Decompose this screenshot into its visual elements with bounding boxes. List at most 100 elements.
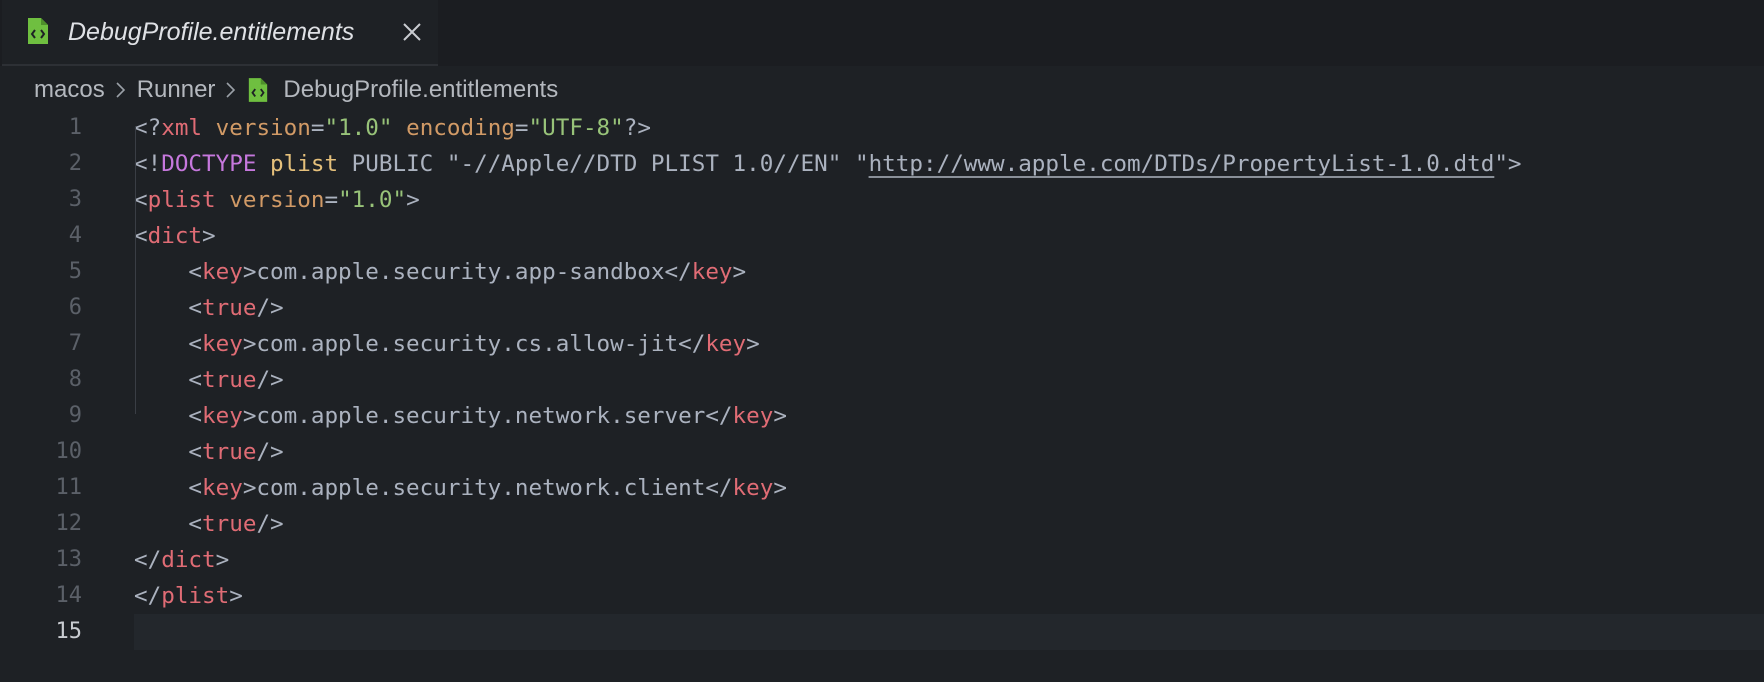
code-token: encoding xyxy=(406,115,515,141)
breadcrumb-item-file[interactable]: DebugProfile.entitlements xyxy=(283,76,558,104)
tab-debugprofile-entitlements[interactable]: DebugProfile.entitlements xyxy=(2,0,438,66)
code-token: plist xyxy=(147,187,216,213)
code-line[interactable]: 15 xyxy=(0,614,1764,650)
code-token: < xyxy=(134,511,203,537)
code-token: true xyxy=(202,295,257,321)
current-line-highlight xyxy=(134,614,1764,650)
code-text: <plist version="1.0"> xyxy=(134,182,420,218)
code-line[interactable]: 3 <plist version="1.0"> xyxy=(0,182,1764,218)
code-token: plist xyxy=(161,583,230,609)
code-token: true xyxy=(202,439,257,465)
breadcrumb-item-runner[interactable]: Runner xyxy=(137,76,216,104)
close-icon[interactable] xyxy=(400,20,424,44)
code-token: key xyxy=(732,403,774,429)
line-number: 6 xyxy=(68,295,82,320)
code-text: <true/> xyxy=(134,434,283,470)
code-token: > xyxy=(732,259,747,285)
line-number: 3 xyxy=(68,187,82,212)
code-token: plist xyxy=(270,151,339,177)
code-token: PUBLIC "-//Apple//DTD PLIST 1.0//EN" " xyxy=(338,151,869,177)
code-token: key xyxy=(691,259,733,285)
code-token: > xyxy=(406,187,420,213)
line-number: 5 xyxy=(68,259,82,284)
code-text: </dict> xyxy=(134,542,229,578)
code-token: dict xyxy=(147,223,203,249)
code-token: dict xyxy=(161,547,216,573)
line-number: 2 xyxy=(68,151,82,176)
code-line[interactable]: 1 <?xml version="1.0" encoding="UTF-8"?> xyxy=(0,110,1764,146)
code-link[interactable]: http://www.apple.com/DTDs/PropertyList-1… xyxy=(869,151,1495,177)
code-token: > xyxy=(202,223,216,249)
code-text: <key>com.apple.security.network.client</… xyxy=(134,470,787,506)
code-token: > xyxy=(229,583,243,609)
code-token: >com.apple.security.cs.allow-jit</ xyxy=(242,331,706,357)
code-token: >com.apple.security.network.server</ xyxy=(242,403,733,429)
line-number: 14 xyxy=(55,583,83,608)
line-number: 13 xyxy=(55,547,83,572)
code-token: key xyxy=(202,259,243,285)
code-token: < xyxy=(134,403,203,429)
code-text: <!DOCTYPE plist PUBLIC "-//Apple//DTD PL… xyxy=(134,146,1522,182)
code-token: "> xyxy=(1494,151,1522,177)
file-code-icon xyxy=(28,18,48,44)
code-text: </plist> xyxy=(134,578,243,614)
chevron-right-icon xyxy=(116,82,125,98)
code-line[interactable]: 12 <true/> xyxy=(0,506,1764,542)
code-token: >com.apple.security.app-sandbox</ xyxy=(242,259,692,285)
code-token: = xyxy=(324,187,339,213)
code-token: /> xyxy=(256,367,284,393)
code-text: <true/> xyxy=(134,506,284,542)
code-token: > xyxy=(746,331,760,357)
line-number: 12 xyxy=(55,511,83,536)
code-token: /> xyxy=(256,511,284,537)
code-token: < xyxy=(134,295,203,321)
code-line[interactable]: 11 <key>com.apple.security.network.clien… xyxy=(0,470,1764,506)
code-token: DOCTYPE xyxy=(161,151,257,177)
chevron-right-icon xyxy=(226,82,236,98)
code-token: ?> xyxy=(623,115,651,141)
code-token: > xyxy=(215,547,230,573)
breadcrumb-item-macos[interactable]: macos xyxy=(34,76,105,104)
code-token: > xyxy=(773,403,787,429)
code-token: < xyxy=(134,331,203,357)
code-line[interactable]: 8 <true/> xyxy=(0,362,1764,398)
code-token: <? xyxy=(134,115,162,141)
code-token: < xyxy=(134,223,148,249)
code-line[interactable]: 5 <key>com.apple.security.app-sandbox</k… xyxy=(0,254,1764,290)
code-line[interactable]: 14 </plist> xyxy=(0,578,1764,614)
line-number: 9 xyxy=(68,403,82,428)
code-token: < xyxy=(134,439,203,465)
line-number: 8 xyxy=(68,367,82,392)
code-line[interactable]: 6 <true/> xyxy=(0,290,1764,326)
code-token: xml xyxy=(161,115,203,141)
code-token: key xyxy=(705,331,747,357)
code-token: < xyxy=(134,259,203,285)
code-line[interactable]: 4 <dict> xyxy=(0,218,1764,254)
code-token: = xyxy=(310,115,325,141)
code-line[interactable]: 7 <key>com.apple.security.cs.allow-jit</… xyxy=(0,326,1764,362)
code-line[interactable]: 9 < key>com.apple.security.network.server… xyxy=(0,398,1764,434)
code-token: "1.0" xyxy=(338,187,407,213)
line-number: 10 xyxy=(55,439,83,464)
code-token: < xyxy=(134,187,148,213)
code-token: </ xyxy=(134,583,162,609)
code-editor[interactable]: 1 <?xml version="1.0" encoding="UTF-8"?> 2… xyxy=(0,110,1764,682)
code-token: > xyxy=(773,475,787,501)
code-line[interactable]: 13 </dict> xyxy=(0,542,1764,578)
code-text: <?xml version="1.0" encoding="UTF-8"?> xyxy=(134,110,651,146)
tab-bar: DebugProfile.entitlements xyxy=(0,0,1764,66)
tab-label: DebugProfile.entitlements xyxy=(68,18,355,46)
code-token: "1.0" xyxy=(324,115,393,141)
breadcrumb: macos Runner DebugProfile.entitlements xyxy=(34,74,558,106)
code-line[interactable]: 10 <true/> xyxy=(0,434,1764,470)
line-number: 4 xyxy=(68,223,82,248)
code-token: version xyxy=(215,115,311,141)
code-text: <key>com.apple.security.cs.allow-jit</ke… xyxy=(134,326,760,362)
code-line[interactable]: 2 <!DOCTYPE plist PUBLIC "-//Apple//DTD P… xyxy=(0,146,1764,182)
code-text: <true/> xyxy=(134,362,284,398)
code-text: <key>com.apple.security.app-sandbox</key… xyxy=(134,254,746,290)
